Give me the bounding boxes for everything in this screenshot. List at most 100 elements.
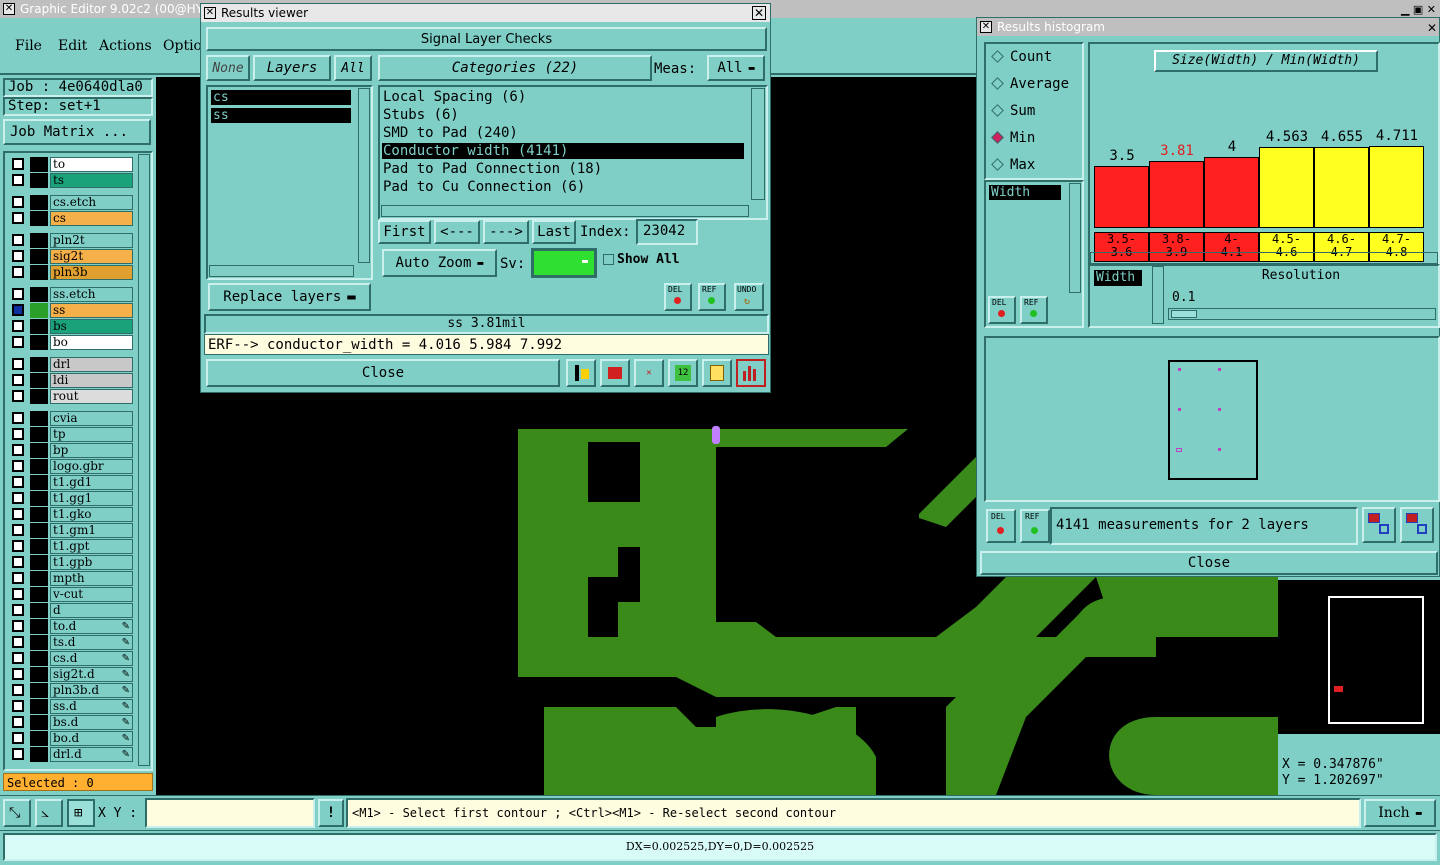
viewer-del-button[interactable]: DEL — [664, 283, 692, 311]
layer-checkbox[interactable] — [12, 174, 24, 186]
menu-file[interactable]: File — [15, 38, 42, 54]
layer-checkbox[interactable] — [12, 304, 24, 316]
layer-row-to-d[interactable]: to.d — [10, 619, 133, 634]
layer-row-logo-gbr[interactable]: logo.gbr — [10, 459, 133, 474]
mode-radio-sum[interactable]: Sum — [990, 102, 1080, 122]
layer-checkbox[interactable] — [12, 684, 24, 696]
export-icon[interactable] — [1362, 507, 1396, 543]
histogram-close-button[interactable]: Close — [980, 551, 1438, 575]
layer-row-bp[interactable]: bp — [10, 443, 133, 458]
menu-edit[interactable]: Edit — [58, 38, 87, 54]
all-button[interactable]: All — [334, 55, 372, 81]
category-item[interactable]: Pad to Pad Connection (18) — [382, 161, 744, 177]
exclaim-button[interactable]: ! — [318, 799, 344, 827]
layer-checkbox[interactable] — [12, 358, 24, 370]
unit-dropdown[interactable]: Inch ▬ — [1364, 799, 1436, 827]
index-input[interactable]: 23042 — [636, 219, 698, 245]
replace-layers-dropdown[interactable]: Replace layers ▬ — [208, 283, 371, 311]
mode-radio-min[interactable]: Min — [990, 129, 1080, 149]
preview-del-button[interactable]: DEL — [986, 509, 1016, 543]
layer-checkbox[interactable] — [12, 700, 24, 712]
category-item[interactable]: Stubs (6) — [382, 107, 744, 123]
layer-row-tp[interactable]: tp — [10, 427, 133, 442]
layer-checkbox[interactable] — [12, 460, 24, 472]
hist-del-button[interactable]: DEL — [988, 296, 1016, 324]
menu-actions[interactable]: Actions — [99, 38, 152, 54]
measure-item-width[interactable]: Width — [989, 185, 1061, 200]
layer-checkbox[interactable] — [12, 588, 24, 600]
layer-checkbox[interactable] — [12, 716, 24, 728]
layer-row-cvia[interactable]: cvia — [10, 411, 133, 426]
layer-checkbox[interactable] — [12, 748, 24, 760]
layer-row-t1-gpb[interactable]: t1.gpb — [10, 555, 133, 570]
layer-checkbox[interactable] — [12, 636, 24, 648]
layer-row-sig2t[interactable]: sig2t — [10, 249, 133, 264]
layer-row-t1-gd1[interactable]: t1.gd1 — [10, 475, 133, 490]
layer-checkbox[interactable] — [12, 250, 24, 262]
prev-button[interactable]: <--- — [434, 220, 480, 244]
layer-checkbox[interactable] — [12, 652, 24, 664]
layer-row-cs-etch[interactable]: cs.etch — [10, 195, 133, 210]
layer-row-ss-etch[interactable]: ss.etch — [10, 287, 133, 302]
import-icon[interactable] — [1400, 507, 1434, 543]
resolution-slider[interactable] — [1168, 308, 1436, 320]
histogram-bar[interactable] — [1314, 147, 1369, 228]
category-item[interactable]: Pad to Cu Connection (6) — [382, 179, 744, 195]
first-button[interactable]: First — [378, 220, 431, 244]
layer-checkbox[interactable] — [12, 732, 24, 744]
layer-checkbox[interactable] — [12, 604, 24, 616]
layer-checkbox[interactable] — [12, 212, 24, 224]
categories-header[interactable]: Categories (22) — [378, 55, 652, 81]
measure-list-scroll[interactable] — [1069, 183, 1081, 293]
layer-checkbox[interactable] — [12, 444, 24, 456]
layer-row-ss-d[interactable]: ss.d — [10, 699, 133, 714]
layer-row-sig2t-d[interactable]: sig2t.d — [10, 667, 133, 682]
slider-thumb[interactable] — [1171, 310, 1197, 318]
layer-checkbox[interactable] — [12, 540, 24, 552]
layer-checkbox[interactable] — [12, 266, 24, 278]
grid-tool-icon[interactable]: ⊞ — [67, 799, 95, 827]
layer-checkbox[interactable] — [12, 668, 24, 680]
highlight-icon[interactable] — [566, 359, 596, 387]
layer-row-ss[interactable]: ss — [10, 303, 133, 318]
layer-checkbox[interactable] — [12, 234, 24, 246]
last-button[interactable]: Last — [532, 220, 576, 244]
menu-options[interactable]: Optio — [163, 38, 202, 54]
layer-row-bs-d[interactable]: bs.d — [10, 715, 133, 730]
show-all-checkbox[interactable] — [603, 254, 614, 265]
mode-radio-average[interactable]: Average — [990, 75, 1080, 95]
histogram-icon[interactable] — [736, 359, 766, 387]
minimap[interactable] — [1278, 580, 1440, 734]
layer-item-ss[interactable]: ss — [211, 108, 351, 123]
categories-vscroll[interactable] — [751, 88, 765, 200]
meas-dropdown[interactable]: All ▬ — [707, 55, 765, 81]
layer-row-to[interactable]: to — [10, 157, 133, 172]
layer-row-bo[interactable]: bo — [10, 335, 133, 350]
layer-checkbox[interactable] — [12, 336, 24, 348]
category-item[interactable]: Conductor width (4141) — [382, 143, 744, 159]
layer-row-d[interactable]: d — [10, 603, 133, 618]
close-icon[interactable]: ✕ — [1427, 19, 1437, 37]
report-icon[interactable] — [600, 359, 630, 387]
auto-zoom-dropdown[interactable]: Auto Zoom ▬ — [382, 249, 497, 277]
categories-hscroll[interactable] — [381, 205, 749, 217]
layer-list-vscroll[interactable] — [358, 88, 370, 263]
layer-checkbox[interactable] — [12, 572, 24, 584]
layer-row-t1-gpt[interactable]: t1.gpt — [10, 539, 133, 554]
category-item[interactable]: Local Spacing (6) — [382, 89, 744, 105]
layer-row-rout[interactable]: rout — [10, 389, 133, 404]
resolution-scroll[interactable] — [1152, 266, 1164, 324]
layer-row-cs-d[interactable]: cs.d — [10, 651, 133, 666]
histogram-bar[interactable] — [1094, 166, 1149, 228]
layer-row-pln2t[interactable]: pln2t — [10, 233, 133, 248]
layer-item-cs[interactable]: cs — [211, 90, 351, 105]
layer-checkbox[interactable] — [12, 524, 24, 536]
layer-row-pln3b[interactable]: pln3b — [10, 265, 133, 280]
viewer-ref-button[interactable]: REF — [698, 283, 726, 311]
angle-tool-icon[interactable]: ⦣ — [35, 799, 63, 827]
viewer-undo-button[interactable]: UNDO ↻ — [734, 283, 764, 311]
layer-checkbox[interactable] — [12, 492, 24, 504]
compare-icon[interactable]: 12 — [668, 359, 698, 387]
layer-checkbox[interactable] — [12, 320, 24, 332]
layer-checkbox[interactable] — [12, 288, 24, 300]
